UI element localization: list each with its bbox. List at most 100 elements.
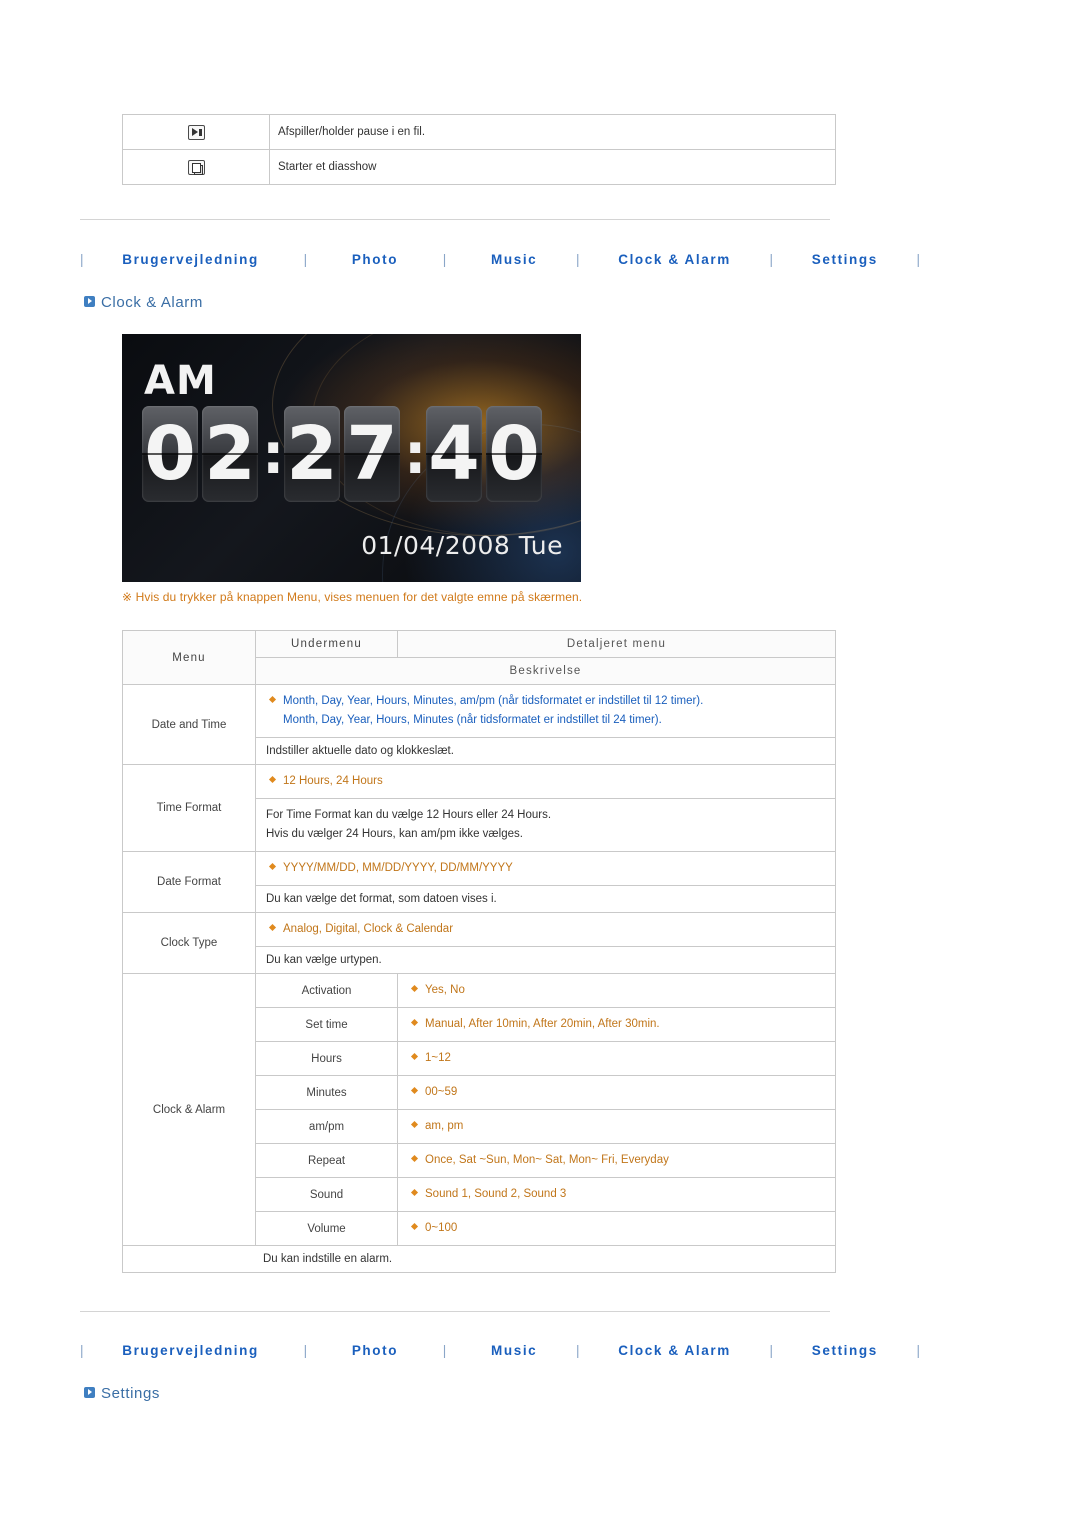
detail-time-format: 12 Hours, 24 Hours [255,764,836,799]
header-undermenu: Undermenu [255,630,398,658]
arrow-bullet-icon [84,295,95,307]
nav-separator: | [916,252,921,267]
menu-time-format: Time Format [122,764,256,852]
clock-digit: 2 [284,406,340,502]
diamond-bullet-icon [410,1087,419,1095]
detail-ampm: am, pm [397,1109,836,1144]
nav-item-clock-alarm[interactable]: Clock & Alarm [618,252,731,267]
nav-item-brugervejledning[interactable]: Brugervejledning [122,1343,259,1358]
menu-date-format: Date Format [122,851,256,913]
nav-separator: | [80,1343,84,1358]
nav-item-music[interactable]: Music [491,252,537,267]
submenu-ampm: am/pm [255,1109,398,1144]
submenu-repeat: Repeat [255,1143,398,1178]
detail-line: Month, Day, Year, Hours, Minutes, am/pm … [283,695,704,707]
detail-line: Sound 1, Sound 2, Sound 3 [425,1188,567,1200]
play-pause-icon [187,124,205,140]
nav-separator: | [916,1343,921,1358]
submenu-set-time: Set time [255,1007,398,1042]
description-clock-and-alarm: Du kan indstille en alarm. [122,1245,836,1273]
detail-line: 12 Hours, 24 Hours [283,775,383,787]
nav-item-brugervejledning[interactable]: Brugervejledning [122,252,259,267]
detail-hours: 1~12 [397,1041,836,1076]
clock-screen-image: AM 0 2 : 2 7 : 4 0 01/04/2008 Tue [122,334,581,582]
nav-separator: | [303,252,308,267]
detail-volume: 0~100 [397,1211,836,1246]
page-title-text: Clock & Alarm [101,294,203,311]
diamond-bullet-icon [410,1019,419,1027]
diamond-bullet-icon [268,863,277,871]
page-title-settings: Settings [84,1385,160,1402]
divider-top [80,219,830,220]
nav-separator: | [442,1343,447,1358]
menu-clock-and-alarm: Clock & Alarm [122,973,256,1246]
table-row: Time Format 12 Hours, 24 Hours [122,764,836,852]
diamond-bullet-icon [410,1223,419,1231]
description-line: For Time Format kan du vælge 12 Hours el… [266,809,552,821]
nav-item-settings[interactable]: Settings [812,1343,878,1358]
nav-separator: | [80,252,84,267]
nav-item-photo[interactable]: Photo [352,252,398,267]
header-detail: Detaljeret menu [397,630,836,658]
page-root: Afspiller/holder pause i en fil. Starter… [0,0,1080,1527]
page-title-clock-alarm: Clock & Alarm [84,294,203,311]
clock-digit: 0 [142,406,198,502]
detail-date-and-time: Month, Day, Year, Hours, Minutes, am/pm … [255,684,836,738]
nav-bottom: | Brugervejledning | Photo | Music | Clo… [80,1343,920,1365]
detail-date-format: YYYY/MM/DD, MM/DD/YYYY, DD/MM/YYYY [255,851,836,886]
diamond-bullet-icon [410,985,419,993]
description-date-format: Du kan vælge det format, som datoen vise… [255,885,836,913]
divider-bottom [80,1311,830,1312]
submenu-sound: Sound [255,1177,398,1212]
detail-line: Manual, After 10min, After 20min, After … [425,1018,660,1030]
detail-clock-type: Analog, Digital, Clock & Calendar [255,912,836,947]
detail-line: 0~100 [425,1222,458,1234]
slideshow-icon [187,159,205,175]
description-line: Hvis du vælger 24 Hours, kan am/pm ikke … [266,828,523,840]
nav-item-settings[interactable]: Settings [812,252,878,267]
nav-item-music[interactable]: Music [491,1343,537,1358]
arrow-bullet-icon [84,1386,95,1398]
table-row: Afspiller/holder pause i en fil. [122,114,836,150]
header-description: Beskrivelse [255,657,836,685]
detail-set-time: Manual, After 10min, After 20min, After … [397,1007,836,1042]
diamond-bullet-icon [268,776,277,784]
detail-line: Analog, Digital, Clock & Calendar [283,923,454,935]
nav-separator: | [442,252,447,267]
menu-clock-type: Clock Type [122,912,256,974]
menu-date-and-time: Date and Time [122,684,256,765]
nav-item-photo[interactable]: Photo [352,1343,398,1358]
legend-text: Afspiller/holder pause i en fil. [269,114,836,150]
diamond-bullet-icon [410,1155,419,1163]
detail-line: YYYY/MM/DD, MM/DD/YYYY, DD/MM/YYYY [283,862,513,874]
detail-repeat: Once, Sat ~Sun, Mon~ Sat, Mon~ Fri, Ever… [397,1143,836,1178]
submenu-minutes: Minutes [255,1075,398,1110]
clock-digits: 0 2 : 2 7 : 4 0 [142,406,546,502]
clock-alarm-menu-table: Menu Undermenu Detaljeret menu Beskrivel… [122,630,836,1273]
detail-line: 00~59 [425,1086,458,1098]
submenu-volume: Volume [255,1211,398,1246]
table-row: Du kan indstille en alarm. [122,1245,836,1273]
detail-line: 1~12 [425,1052,451,1064]
detail-activation: Yes, No [397,973,836,1008]
diamond-bullet-icon [268,696,277,704]
nav-top: | Brugervejledning | Photo | Music | Clo… [80,252,920,274]
clock-digit: 0 [486,406,542,502]
clock-digit: 4 [426,406,482,502]
detail-line: Month, Day, Year, Hours, Minutes (når ti… [283,714,662,726]
nav-separator: | [576,1343,580,1358]
detail-line: Once, Sat ~Sun, Mon~ Sat, Mon~ Fri, Ever… [425,1154,669,1166]
clock-colon: : [404,421,427,487]
description-date-and-time: Indstiller aktuelle dato og klokkeslæt. [255,737,836,765]
play-pause-icon-cell [122,114,270,150]
clock-digit: 2 [202,406,258,502]
slideshow-icon-cell [122,149,270,185]
icon-legend-table: Afspiller/holder pause i en fil. Starter… [122,114,836,185]
note-text: ※ Hvis du trykker på knappen Menu, vises… [122,590,583,604]
detail-line: Yes, No [425,984,465,996]
description-time-format: For Time Format kan du vælge 12 Hours el… [255,798,836,852]
nav-separator: | [576,252,580,267]
page-title-text: Settings [101,1385,160,1402]
table-row: Clock Type Analog, Digital, Clock & Cale… [122,912,836,974]
nav-item-clock-alarm[interactable]: Clock & Alarm [618,1343,731,1358]
